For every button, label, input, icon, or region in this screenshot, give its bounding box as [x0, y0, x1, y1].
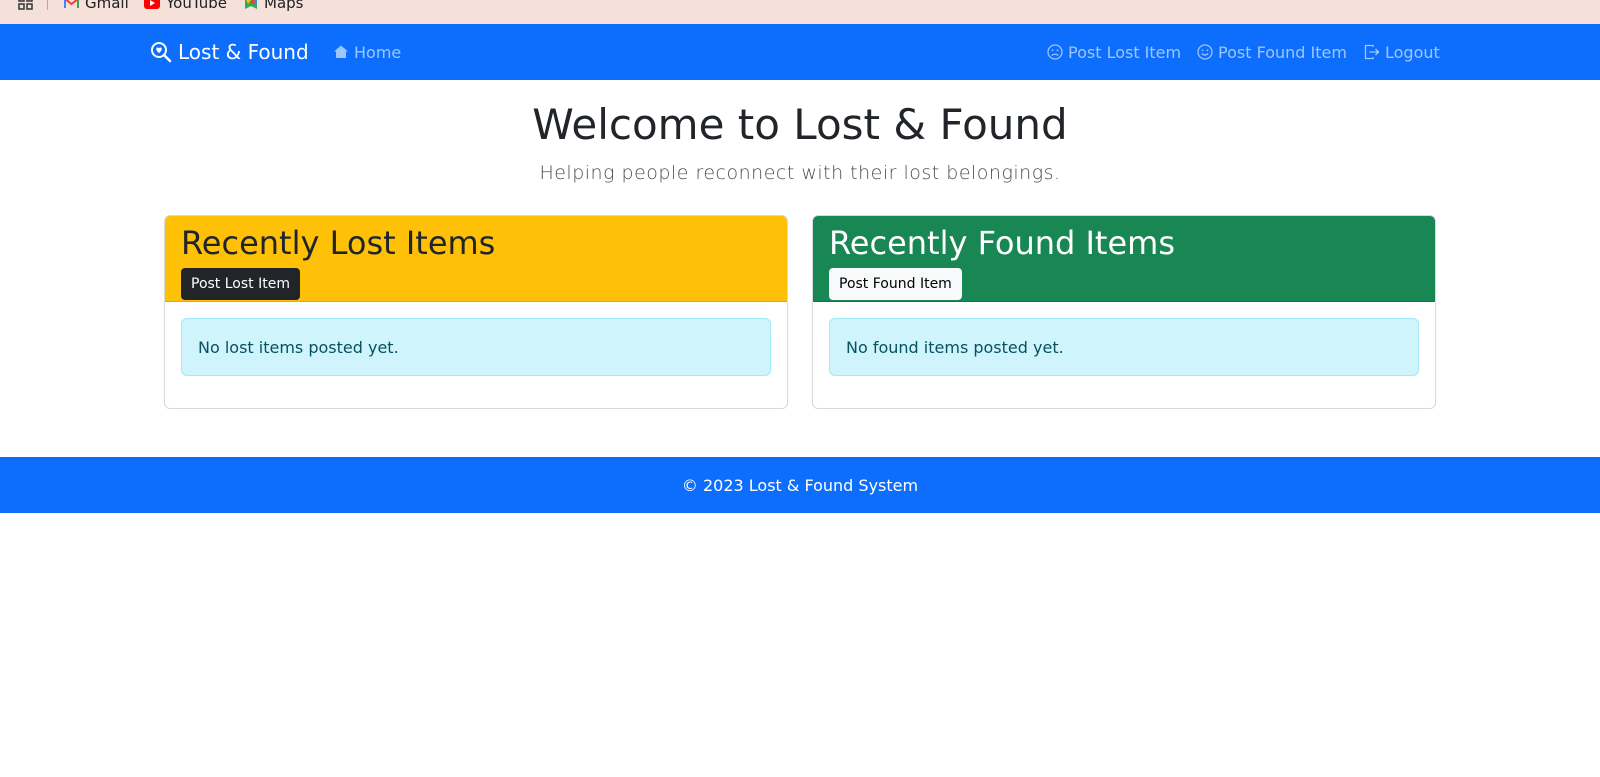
bookmark-youtube[interactable]: YouTube: [144, 0, 227, 12]
nav-home-link[interactable]: Home: [333, 24, 401, 80]
bookmark-maps[interactable]: Maps: [244, 0, 303, 12]
logout-icon: [1364, 44, 1380, 60]
bookmarks-bar: Gmail YouTube Maps: [0, 0, 1600, 24]
found-card-header: Recently Found Items Post Found Item: [813, 216, 1435, 302]
lost-empty-alert: No lost items posted yet.: [181, 318, 771, 376]
page-subtitle: Helping people reconnect with their lost…: [539, 162, 1061, 184]
page-title: Welcome to Lost & Found: [532, 100, 1068, 149]
brand-link[interactable]: Lost & Found: [150, 24, 309, 80]
post-lost-item-button[interactable]: Post Lost Item: [181, 268, 300, 300]
brand-label: Lost & Found: [178, 40, 309, 64]
house-icon: [334, 45, 348, 58]
bookmarks-divider: [47, 0, 48, 10]
smile-face-icon: [1197, 44, 1213, 60]
found-card-body: No found items posted yet.: [813, 302, 1435, 392]
bookmark-gmail[interactable]: Gmail: [64, 0, 129, 12]
bookmark-maps-label: Maps: [264, 0, 304, 12]
lost-card-body: No lost items posted yet.: [165, 302, 787, 392]
maps-icon: [245, 0, 257, 9]
lost-items-card: Recently Lost Items Post Lost Item No lo…: [164, 215, 788, 409]
nav-logout-link[interactable]: Logout: [1364, 24, 1440, 80]
post-found-item-button[interactable]: Post Found Item: [829, 268, 962, 300]
found-items-card: Recently Found Items Post Found Item No …: [812, 215, 1436, 409]
frown-face-icon: [1047, 44, 1063, 60]
bookmark-youtube-label: YouTube: [166, 0, 227, 12]
navbar: Lost & Found Home Post Lost Item Post Fo…: [0, 24, 1600, 80]
nav-post-found-label: Post Found Item: [1218, 42, 1347, 62]
nav-home-label: Home: [354, 42, 402, 62]
found-empty-alert: No found items posted yet.: [829, 318, 1419, 376]
footer: © 2023 Lost & Found System: [0, 457, 1600, 513]
youtube-icon: [144, 0, 160, 9]
footer-copyright: © 2023 Lost & Found System: [681, 475, 919, 495]
nav-logout-label: Logout: [1385, 42, 1440, 62]
lost-card-header: Recently Lost Items Post Lost Item: [165, 216, 787, 302]
search-heart-icon: [151, 42, 172, 63]
nav-post-lost-label: Post Lost Item: [1068, 42, 1182, 62]
nav-post-lost-link[interactable]: Post Lost Item: [1047, 24, 1181, 80]
apps-grid-icon[interactable]: [18, 0, 34, 12]
lost-card-title: Recently Lost Items: [181, 224, 496, 262]
gmail-icon: [64, 0, 79, 8]
found-card-title: Recently Found Items: [829, 224, 1175, 262]
bookmark-gmail-label: Gmail: [85, 0, 129, 12]
nav-post-found-link[interactable]: Post Found Item: [1197, 24, 1347, 80]
